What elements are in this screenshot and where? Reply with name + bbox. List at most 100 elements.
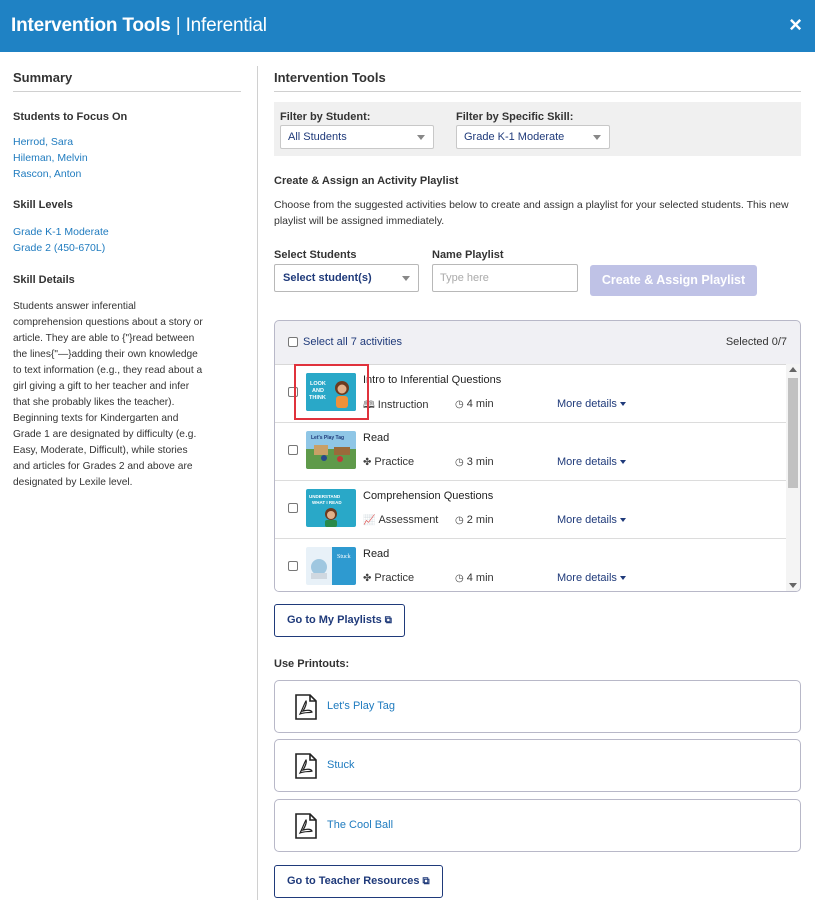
activity-thumbnail: Let's Play Tag xyxy=(306,431,356,469)
modal-title: Intervention Tools | Inferential xyxy=(11,15,267,37)
activities-header: Select all 7 activities Selected 0/7 xyxy=(275,321,800,364)
select-students-dropdown[interactable]: Select student(s) xyxy=(274,264,419,292)
activity-name: Comprehension Questions xyxy=(363,490,494,502)
chevron-down-icon xyxy=(417,135,425,140)
selected-count: Selected 0/7 xyxy=(725,336,787,348)
activity-name: Intro to Inferential Questions xyxy=(363,374,502,386)
create-playlist-description: Choose from the suggested activities bel… xyxy=(274,199,789,227)
activity-name: Read xyxy=(363,432,390,444)
skill-level-link[interactable]: Grade K-1 Moderate xyxy=(13,226,109,238)
students-heading: Students to Focus On xyxy=(13,111,128,123)
scroll-thumb[interactable] xyxy=(788,378,798,488)
activities-box: Select all 7 activities Selected 0/7 LOO… xyxy=(274,320,801,592)
filter-student-label: Filter by Student: xyxy=(280,111,371,123)
close-icon[interactable]: × xyxy=(789,12,802,38)
create-assign-playlist-button[interactable]: Create & Assign Playlist xyxy=(590,265,757,296)
more-details-link[interactable]: More details xyxy=(557,456,626,468)
pdf-icon xyxy=(295,694,317,720)
name-playlist-input[interactable] xyxy=(432,264,578,292)
chart-icon: 📈 xyxy=(363,515,376,526)
external-link-icon: ⧉ xyxy=(384,615,392,626)
clock-icon: ◷ xyxy=(455,573,464,584)
caret-down-icon xyxy=(619,518,626,523)
chevron-down-icon xyxy=(402,276,410,281)
select-students-value: Select student(s) xyxy=(283,272,372,284)
student-link[interactable]: Rascon, Anton xyxy=(13,168,81,180)
printouts-title: Use Printouts: xyxy=(274,658,350,670)
external-link-icon: ⧉ xyxy=(422,876,430,887)
caret-down-icon xyxy=(619,402,626,407)
filter-student-select[interactable]: All Students xyxy=(280,125,434,149)
printout-card[interactable]: Stuck xyxy=(274,739,801,792)
summary-heading: Summary xyxy=(13,70,73,85)
highlight-box xyxy=(294,364,369,420)
svg-text:UNDERSTAND: UNDERSTAND xyxy=(309,494,341,499)
scroll-up-icon[interactable] xyxy=(789,367,797,372)
modal-header: Intervention Tools | Inferential × xyxy=(0,0,815,52)
printout-link[interactable]: Let's Play Tag xyxy=(327,700,395,712)
filter-student-value: All Students xyxy=(288,131,347,143)
activity-duration: ◷ 4 min xyxy=(455,398,494,410)
svg-text:Let's Play Tag: Let's Play Tag xyxy=(311,435,344,441)
activity-type: 📈 Assessment xyxy=(363,514,439,526)
caret-down-icon xyxy=(619,460,626,465)
clock-icon: ◷ xyxy=(455,399,464,410)
pdf-icon xyxy=(295,753,317,779)
printout-link[interactable]: Stuck xyxy=(327,759,355,771)
activity-name: Read xyxy=(363,548,390,560)
divider xyxy=(13,91,241,92)
activity-thumbnail: Stuck xyxy=(306,547,356,585)
activity-checkbox[interactable] xyxy=(288,503,298,513)
title-bold: Intervention Tools xyxy=(11,15,171,36)
skill-level-link[interactable]: Grade 2 (450-670L) xyxy=(13,242,105,254)
create-playlist-title: Create & Assign an Activity Playlist xyxy=(274,175,459,187)
activity-type: ✤ Practice xyxy=(363,456,415,468)
name-playlist-label: Name Playlist xyxy=(432,249,504,261)
divider xyxy=(274,91,801,92)
clock-icon: ◷ xyxy=(455,457,464,468)
activity-scrollbar[interactable] xyxy=(786,364,800,591)
filter-skill-value: Grade K-1 Moderate xyxy=(464,131,565,143)
more-details-link[interactable]: More details xyxy=(557,572,626,584)
puzzle-icon: ✤ xyxy=(363,457,372,468)
panel-divider xyxy=(257,66,258,900)
activity-row: Stuck Read ✤ Practice ◷ 4 min More details xyxy=(275,539,786,591)
activity-duration: ◷ 2 min xyxy=(455,514,494,526)
skill-levels-heading: Skill Levels xyxy=(13,199,73,211)
svg-text:Stuck: Stuck xyxy=(337,554,351,560)
activity-checkbox[interactable] xyxy=(288,445,298,455)
caret-down-icon xyxy=(619,576,626,581)
filter-skill-label: Filter by Specific Skill: xyxy=(456,111,574,123)
title-separator: | xyxy=(170,15,186,36)
printout-card[interactable]: The Cool Ball xyxy=(274,799,801,852)
activity-row: UNDERSTAND WHAT I READ Comprehension Que… xyxy=(275,481,786,539)
activity-type: 🕮 Instruction xyxy=(363,399,429,411)
clock-icon: ◷ xyxy=(455,515,464,526)
activity-duration: ◷ 3 min xyxy=(455,456,494,468)
student-link[interactable]: Hileman, Melvin xyxy=(13,152,88,164)
pdf-icon xyxy=(295,813,317,839)
chevron-down-icon xyxy=(593,135,601,140)
filter-bar: Filter by Student: All Students Filter b… xyxy=(274,102,801,156)
skill-details-text: Students answer inferential comprehensio… xyxy=(13,301,203,488)
more-details-link[interactable]: More details xyxy=(557,398,626,410)
filter-skill-select[interactable]: Grade K-1 Moderate xyxy=(456,125,610,149)
activity-row: Let's Play Tag Read ✤ Practice ◷ 3 min Mor… xyxy=(275,423,786,481)
activity-thumbnail: UNDERSTAND WHAT I READ xyxy=(306,489,356,527)
select-all-checkbox[interactable] xyxy=(288,337,298,347)
svg-text:WHAT I READ: WHAT I READ xyxy=(312,500,342,505)
go-to-teacher-resources-button[interactable]: Go to Teacher Resources ⧉ xyxy=(274,865,443,898)
select-all-link[interactable]: Select all 7 activities xyxy=(303,336,402,348)
activity-duration: ◷ 4 min xyxy=(455,572,494,584)
skill-details-heading: Skill Details xyxy=(13,274,75,286)
activity-checkbox[interactable] xyxy=(288,561,298,571)
printout-link[interactable]: The Cool Ball xyxy=(327,819,393,831)
more-details-link[interactable]: More details xyxy=(557,514,626,526)
tools-heading: Intervention Tools xyxy=(274,70,386,85)
activity-type: ✤ Practice xyxy=(363,572,415,584)
scroll-down-icon[interactable] xyxy=(789,583,797,588)
printout-card[interactable]: Let's Play Tag xyxy=(274,680,801,733)
go-to-playlists-button[interactable]: Go to My Playlists ⧉ xyxy=(274,604,405,637)
select-students-label: Select Students xyxy=(274,249,357,261)
student-link[interactable]: Herrod, Sara xyxy=(13,136,73,148)
